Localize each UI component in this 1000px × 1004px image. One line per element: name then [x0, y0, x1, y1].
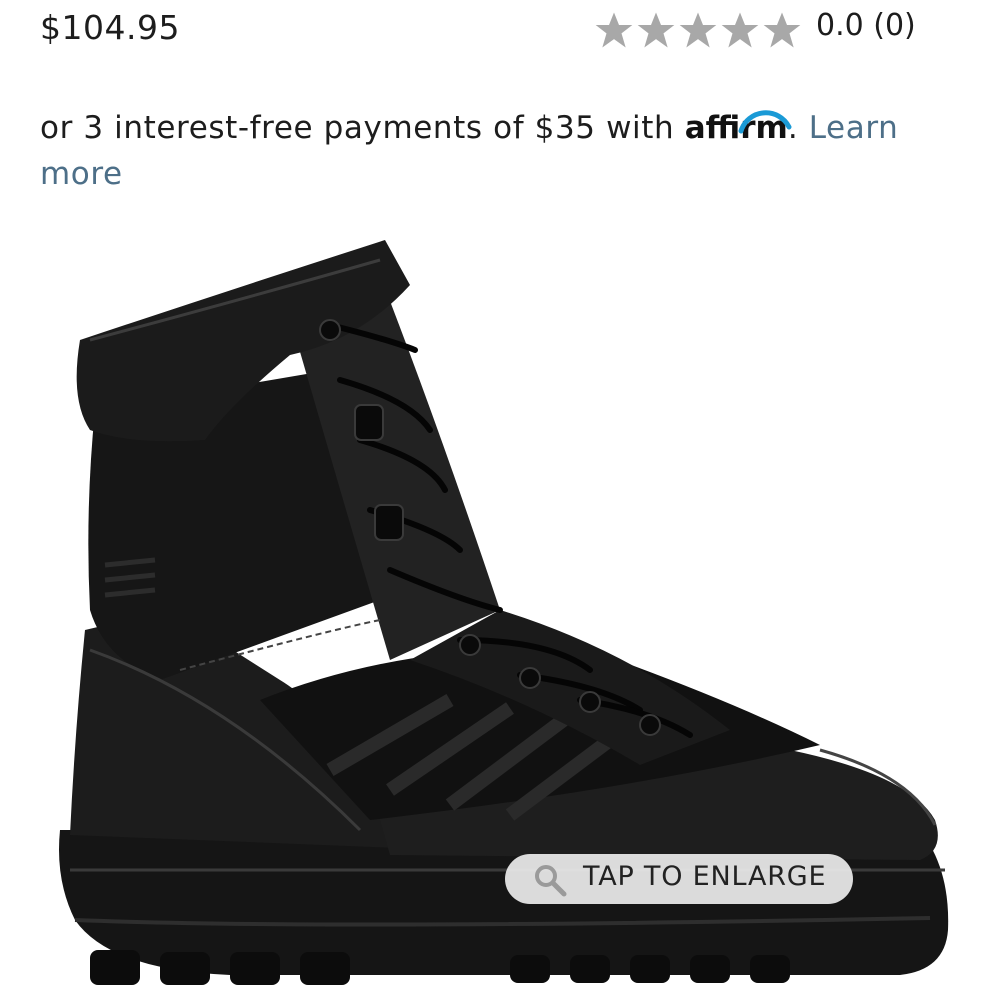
star-icon	[763, 12, 801, 48]
stars-row	[594, 10, 802, 50]
star-icon	[595, 12, 633, 48]
magnifier-icon	[535, 865, 567, 897]
tap-to-enlarge-button[interactable]: TAP TO ENLARGE	[505, 854, 853, 904]
financing-prefix: or 3 interest-free payments of $35 with	[40, 110, 685, 146]
star-icon	[721, 12, 759, 48]
star-icon	[679, 12, 717, 48]
star-icon	[637, 12, 675, 48]
tap-to-enlarge-label: TAP TO ENLARGE	[583, 861, 827, 892]
affirm-logo: affirm	[685, 105, 792, 151]
rating-stars[interactable]	[594, 10, 802, 50]
affirm-arc-icon	[738, 110, 792, 134]
financing-message: or 3 interest-free payments of $35 with …	[40, 105, 970, 197]
product-price: $104.95	[40, 8, 180, 47]
rating-text[interactable]: 0.0 (0)	[816, 8, 916, 43]
